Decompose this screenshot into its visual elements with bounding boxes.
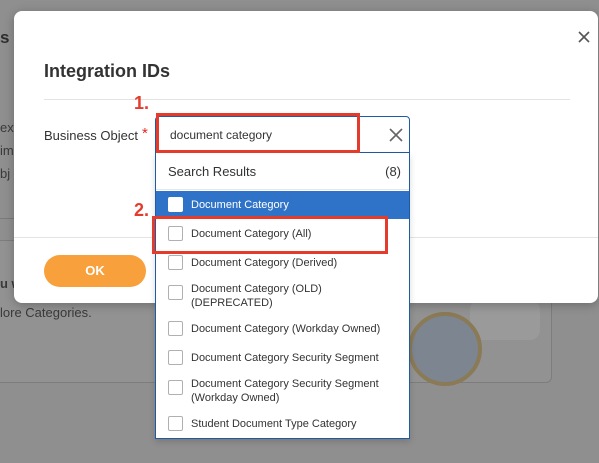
ok-button[interactable]: OK bbox=[44, 255, 146, 287]
bg-text-fragment: bj bbox=[0, 166, 11, 181]
search-results-count: (8) bbox=[385, 164, 401, 179]
bg-illustration-icon bbox=[408, 312, 482, 386]
result-item-label: Document Category (OLD) (DEPRECATED) bbox=[191, 283, 322, 309]
annotation-step-1: 1. bbox=[134, 93, 150, 113]
search-results-dropdown: Search Results (8) Document Category Doc… bbox=[155, 153, 410, 439]
close-icon[interactable] bbox=[577, 30, 591, 44]
result-item[interactable]: Document Category (OLD) (DEPRECATED) bbox=[156, 279, 409, 315]
annotation-highlight-search bbox=[156, 113, 360, 153]
annotation-step-2: 2. bbox=[134, 200, 150, 220]
title-divider bbox=[44, 99, 570, 100]
checkbox[interactable] bbox=[168, 380, 183, 395]
bg-title-fragment: s bbox=[0, 28, 10, 47]
result-item[interactable]: Document Category Security Segment bbox=[156, 344, 409, 372]
checkbox[interactable] bbox=[168, 321, 183, 336]
result-item[interactable]: Student Document Type Category bbox=[156, 410, 409, 438]
bg-section-text: lore Categories. bbox=[0, 305, 92, 320]
result-item-label: Document Category (Workday Owned) bbox=[191, 323, 381, 335]
checkbox[interactable] bbox=[168, 416, 183, 431]
checkbox[interactable] bbox=[168, 350, 183, 365]
required-marker: * bbox=[142, 125, 148, 142]
result-item-label: Document Category bbox=[191, 199, 289, 211]
result-item[interactable]: Document Category Security Segment (Work… bbox=[156, 374, 409, 410]
modal-title: Integration IDs bbox=[44, 61, 171, 81]
result-item[interactable]: Document Category (Workday Owned) bbox=[156, 315, 409, 343]
result-item-label: Student Document Type Category bbox=[191, 418, 357, 430]
bg-text-fragment: im bbox=[0, 143, 14, 158]
business-object-label: Business Object bbox=[44, 128, 138, 143]
checkbox[interactable] bbox=[168, 255, 183, 270]
checkbox[interactable] bbox=[168, 285, 183, 300]
clear-x-icon[interactable] bbox=[388, 127, 404, 143]
result-item-label: Document Category Security Segment (Work… bbox=[191, 378, 379, 404]
search-results-label: Search Results bbox=[168, 164, 257, 179]
result-item-label: Document Category (Derived) bbox=[191, 257, 338, 269]
search-results-header: Search Results (8) bbox=[156, 153, 409, 190]
result-item-label: Document Category Security Segment bbox=[191, 352, 379, 364]
annotation-highlight-result bbox=[152, 216, 388, 254]
bg-decoration bbox=[470, 300, 540, 340]
checkbox[interactable] bbox=[168, 197, 183, 212]
result-item[interactable]: Document Category bbox=[156, 191, 409, 219]
